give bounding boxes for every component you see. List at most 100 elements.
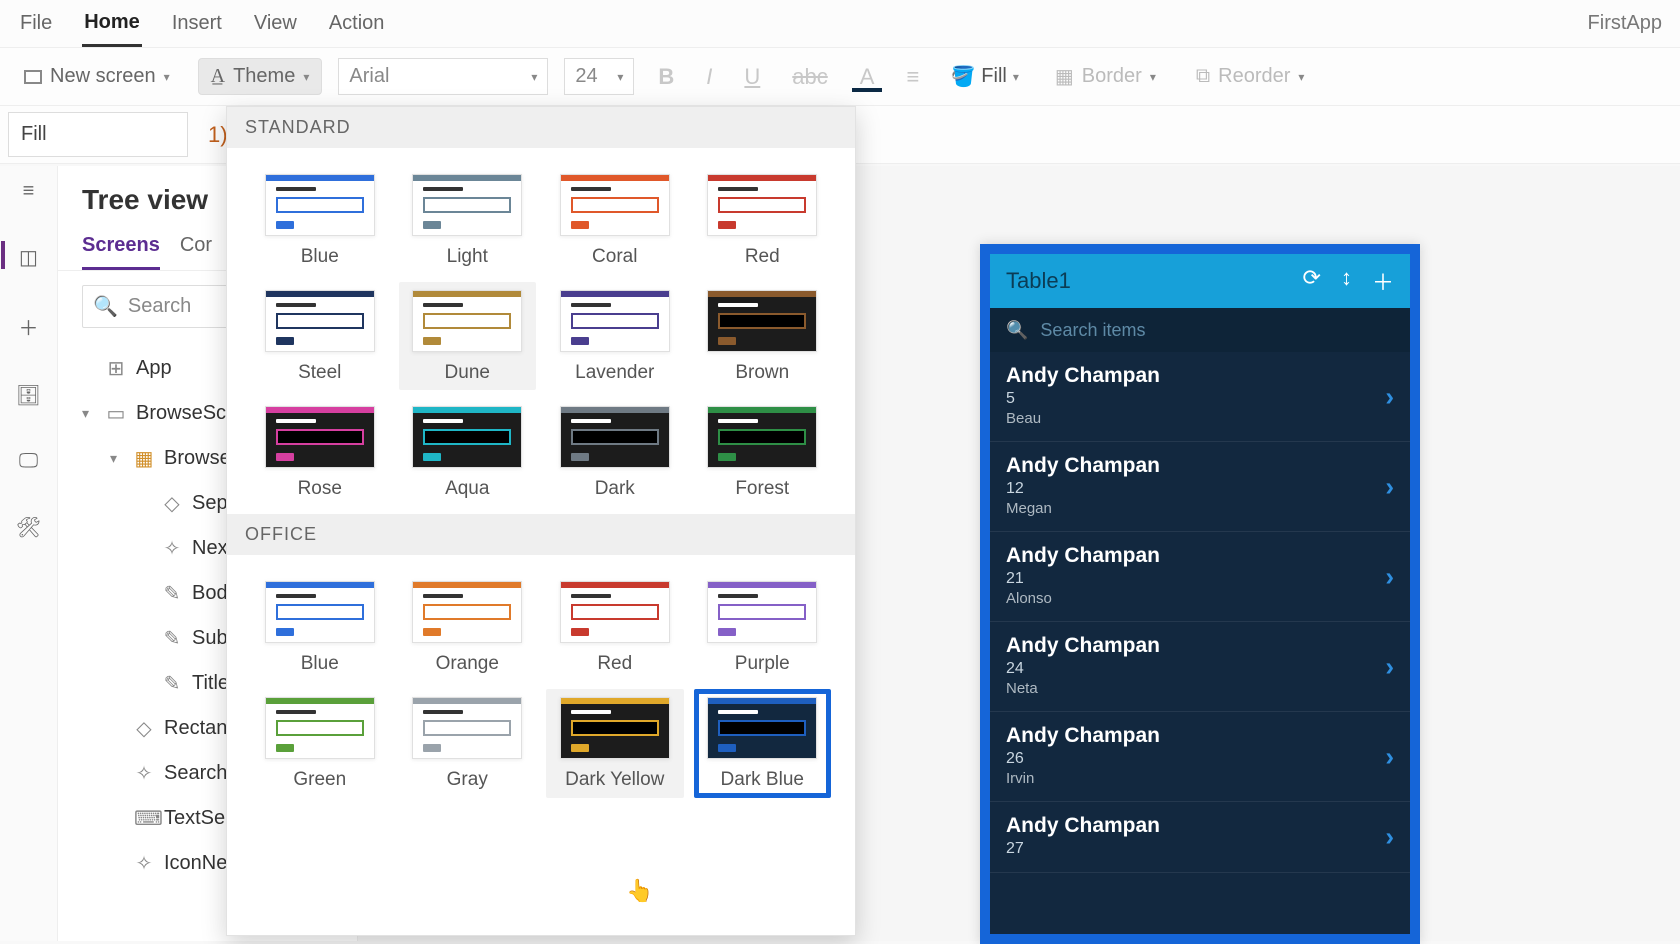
- theme-option-forest[interactable]: Forest: [694, 398, 832, 506]
- theme-option-blue[interactable]: Blue: [251, 166, 389, 274]
- theme-dropdown[interactable]: STANDARD Blue Light Coral Red SteelDuneLavend…: [226, 106, 856, 936]
- item-label: Browse: [164, 447, 231, 470]
- theme-option-dune[interactable]: Dune: [399, 282, 537, 390]
- theme-option-coral[interactable]: Coral: [546, 166, 684, 274]
- align-icon[interactable]: ≡: [898, 64, 927, 90]
- theme-label: Green: [293, 769, 346, 791]
- theme-label: Red: [745, 246, 780, 268]
- item-title: Andy Champan: [1006, 454, 1394, 478]
- theme-thumbnail: [560, 290, 670, 352]
- menu-file[interactable]: File: [18, 2, 54, 45]
- menu-insert[interactable]: Insert: [170, 2, 224, 45]
- item-sub2: Neta: [1006, 680, 1394, 697]
- theme-option-light[interactable]: Light: [399, 166, 537, 274]
- data-icon[interactable]: 🗄: [16, 383, 41, 408]
- theme-option-dark[interactable]: Dark: [546, 398, 684, 506]
- theme-option-dark-blue[interactable]: Dark Blue: [694, 689, 832, 798]
- item-icon: ▭: [106, 401, 126, 426]
- chevron-down-icon: ▾: [82, 405, 96, 422]
- theme-option-green[interactable]: Green: [251, 689, 389, 798]
- item-sub1: 12: [1006, 480, 1394, 498]
- theme-thumbnail: [412, 581, 522, 643]
- property-selector[interactable]: Fill: [8, 112, 188, 157]
- theme-label: Light: [447, 246, 488, 268]
- theme-thumbnail: [560, 406, 670, 468]
- list-item[interactable]: Andy Champan27›: [990, 802, 1410, 873]
- item-label: Title: [192, 672, 229, 695]
- theme-option-lavender[interactable]: Lavender: [546, 282, 684, 390]
- theme-thumbnail: [707, 290, 817, 352]
- item-icon: ⌨: [134, 806, 154, 831]
- refresh-icon[interactable]: ⟳: [1303, 265, 1321, 297]
- preview-search[interactable]: 🔍 Search items: [990, 308, 1410, 352]
- item-icon: ▦: [134, 446, 154, 471]
- italic-icon[interactable]: I: [698, 64, 720, 90]
- theme-option-red[interactable]: Red: [694, 166, 832, 274]
- item-sub1: 5: [1006, 390, 1394, 408]
- border-button[interactable]: ▦ Border ▾: [1043, 58, 1168, 95]
- media-icon[interactable]: 🖵: [19, 450, 38, 473]
- add-icon[interactable]: ＋: [1372, 265, 1394, 297]
- bold-icon[interactable]: B: [650, 64, 682, 90]
- menu-action[interactable]: Action: [327, 2, 387, 45]
- theme-label: Brown: [735, 362, 789, 384]
- theme-label: Aqua: [445, 478, 489, 500]
- item-label: Sub: [192, 627, 228, 650]
- theme-option-purple[interactable]: Purple: [694, 573, 832, 681]
- preview-header: Table1 ⟳ ↕ ＋: [990, 254, 1410, 308]
- list-item[interactable]: Andy Champan5Beau›: [990, 352, 1410, 442]
- tree-view-icon[interactable]: ◫: [19, 245, 38, 270]
- chevron-down-icon: ▾: [531, 70, 537, 84]
- theme-label: Gray: [447, 769, 488, 791]
- preview-list: Andy Champan5Beau›Andy Champan12Megan›An…: [990, 352, 1410, 873]
- theme-thumbnail: [412, 290, 522, 352]
- list-item[interactable]: Andy Champan21Alonso›: [990, 532, 1410, 622]
- reorder-button[interactable]: ⧉ Reorder ▾: [1184, 59, 1317, 94]
- theme-label: Red: [597, 653, 632, 675]
- theme-thumbnail: [412, 697, 522, 759]
- theme-option-orange[interactable]: Orange: [399, 573, 537, 681]
- hamburger-icon[interactable]: ≡: [23, 180, 35, 203]
- item-label: Nex: [192, 537, 228, 560]
- font-selector[interactable]: Arial ▾: [338, 58, 548, 95]
- fill-button[interactable]: 🪣 Fill ▾: [943, 65, 1027, 89]
- list-item[interactable]: Andy Champan12Megan›: [990, 442, 1410, 532]
- font-size-selector[interactable]: 24 ▾: [564, 58, 634, 95]
- theme-label: Dark Blue: [721, 769, 804, 791]
- theme-option-red[interactable]: Red: [546, 573, 684, 681]
- font-color-icon[interactable]: A: [852, 64, 883, 90]
- theme-grid: Blue Light Coral Red SteelDuneLavender Brown R…: [227, 148, 855, 514]
- tab-screens[interactable]: Screens: [82, 226, 160, 270]
- list-item[interactable]: Andy Champan26Irvin›: [990, 712, 1410, 802]
- tools-icon[interactable]: 🛠: [16, 515, 41, 540]
- theme-option-dark-yellow[interactable]: Dark Yellow: [546, 689, 684, 798]
- theme-label: Coral: [592, 246, 637, 268]
- theme-option-brown[interactable]: Brown: [694, 282, 832, 390]
- theme-thumbnail: [412, 174, 522, 236]
- theme-option-blue[interactable]: Blue: [251, 573, 389, 681]
- tab-components[interactable]: Cor: [180, 226, 212, 270]
- underline-icon[interactable]: U: [736, 64, 768, 90]
- new-screen-button[interactable]: New screen ▾: [12, 59, 182, 94]
- theme-button[interactable]: A̲ Theme ▾: [198, 58, 323, 95]
- theme-thumbnail: [707, 174, 817, 236]
- item-title: Andy Champan: [1006, 364, 1394, 388]
- chevron-right-icon: ›: [1385, 651, 1394, 682]
- chevron-right-icon: ›: [1385, 471, 1394, 502]
- strikethrough-icon[interactable]: abc: [784, 64, 835, 90]
- list-item[interactable]: Andy Champan24Neta›: [990, 622, 1410, 712]
- menu-view[interactable]: View: [252, 2, 299, 45]
- insert-icon[interactable]: ＋: [19, 312, 39, 341]
- theme-option-steel[interactable]: Steel: [251, 282, 389, 390]
- theme-option-aqua[interactable]: Aqua: [399, 398, 537, 506]
- menu-home[interactable]: Home: [82, 1, 142, 47]
- theme-section-header: STANDARD: [227, 107, 855, 148]
- item-sub2: Alonso: [1006, 590, 1394, 607]
- theme-option-rose[interactable]: Rose: [251, 398, 389, 506]
- theme-icon: A̲: [211, 65, 225, 88]
- sort-icon[interactable]: ↕: [1341, 265, 1352, 297]
- theme-label: Blue: [301, 653, 339, 675]
- theme-thumbnail: [707, 697, 817, 759]
- item-icon: ◇: [134, 716, 154, 741]
- theme-option-gray[interactable]: Gray: [399, 689, 537, 798]
